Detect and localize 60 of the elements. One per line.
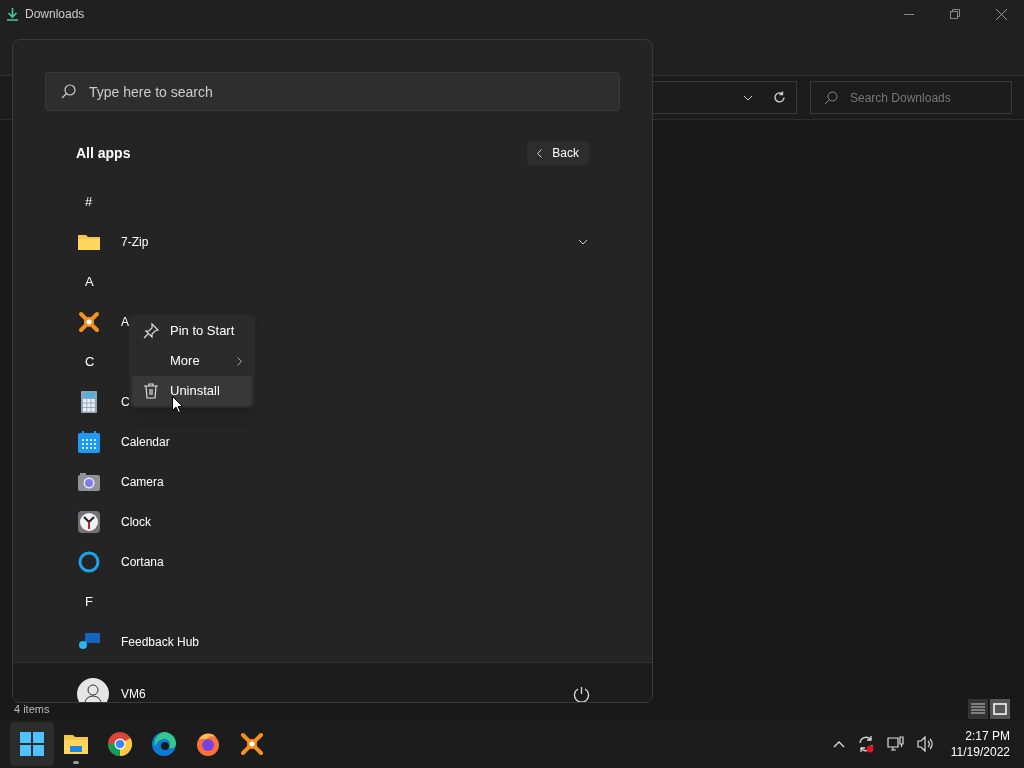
- app-name[interactable]: C: [121, 393, 130, 411]
- user-name[interactable]: VM6: [121, 685, 146, 702]
- app-name[interactable]: 7-Zip: [121, 233, 149, 251]
- app-name[interactable]: A: [121, 313, 129, 331]
- letter-heading: C: [85, 353, 95, 372]
- refresh-icon: [773, 91, 786, 104]
- chevron-down-icon[interactable]: [578, 239, 588, 245]
- chevron-left-icon: [537, 148, 543, 158]
- calendar-icon: [77, 430, 101, 454]
- app-name[interactable]: Feedback Hub: [121, 633, 200, 651]
- back-button[interactable]: Back: [527, 141, 589, 165]
- start-search-field[interactable]: Type here to search: [45, 72, 620, 111]
- power-icon[interactable]: [573, 685, 590, 702]
- search-icon: [61, 84, 76, 99]
- window-title: Downloads: [25, 6, 85, 23]
- window-icon: [993, 703, 1007, 715]
- menu-item[interactable]: Pin to Start: [132, 316, 252, 346]
- avatar-icon[interactable]: [77, 678, 109, 702]
- menu-item[interactable]: Uninstall: [132, 376, 252, 406]
- letter-heading: #: [85, 193, 93, 212]
- taskbar-button[interactable]: [10, 722, 54, 766]
- download-icon: [6, 7, 19, 21]
- speaker-icon: [916, 736, 935, 752]
- chevron-down-icon: [743, 94, 753, 101]
- camera-icon: [77, 470, 101, 494]
- menu-item[interactable]: More: [132, 346, 252, 376]
- clock-icon: [77, 510, 101, 534]
- status-text: 4 items: [14, 701, 50, 717]
- running-indicator: [73, 761, 79, 764]
- tiles-view-button[interactable]: [990, 699, 1010, 719]
- details-view-button[interactable]: [968, 699, 988, 719]
- ring-icon: [77, 550, 101, 574]
- app-name[interactable]: Calendar: [121, 433, 170, 451]
- close-icon: [995, 8, 1007, 20]
- sync-icon: [856, 735, 875, 753]
- trash-icon: [142, 382, 160, 400]
- app-name[interactable]: Camera: [121, 473, 164, 491]
- edge-icon: [151, 731, 177, 757]
- all-apps-heading: All apps: [76, 143, 131, 163]
- windows-logo-icon: [19, 731, 45, 757]
- letter-heading: A: [85, 273, 94, 292]
- app-name[interactable]: Clock: [121, 513, 151, 531]
- avast-icon: [239, 731, 265, 757]
- firefox-icon: [195, 731, 221, 757]
- restore-icon: [950, 9, 960, 19]
- chevron-right-icon: [237, 356, 242, 366]
- network-icon: [886, 736, 905, 752]
- clock-time: 2:17 PM: [965, 728, 1010, 744]
- avast-icon: [77, 310, 101, 334]
- search-field[interactable]: Search Downloads: [810, 81, 1012, 114]
- mouse-pointer-icon: [172, 396, 183, 413]
- letter-heading: F: [85, 593, 93, 612]
- search-icon: [824, 91, 838, 105]
- chrome-icon: [107, 731, 133, 757]
- minimize-icon: [904, 13, 914, 15]
- pin-icon: [142, 322, 160, 340]
- chevron-up-icon: [832, 740, 845, 748]
- clock-date: 11/19/2022: [950, 744, 1010, 760]
- app-name[interactable]: Cortana: [121, 553, 164, 571]
- list-icon: [971, 703, 985, 715]
